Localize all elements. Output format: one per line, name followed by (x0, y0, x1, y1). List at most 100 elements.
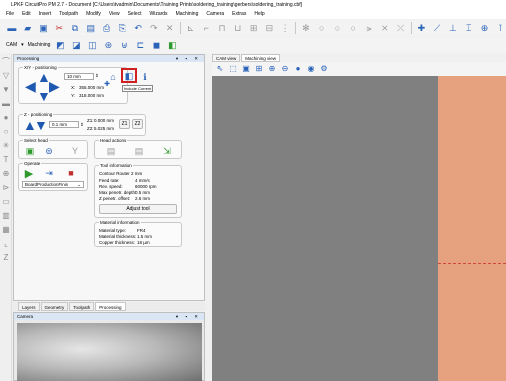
toolpath-wizard-icon[interactable]: ⊏ (134, 39, 146, 51)
delete-icon[interactable]: ✕ (164, 22, 176, 34)
path-icon[interactable]: ▼ (2, 86, 10, 94)
origin-icon[interactable]: ⊕ (2, 170, 10, 178)
polygon-icon[interactable]: ▽ (2, 72, 10, 80)
camera-view-icon[interactable]: ◉ (306, 64, 316, 74)
select-icon[interactable]: ⇖ (215, 64, 225, 74)
paste-icon[interactable]: ▤ (85, 22, 97, 34)
z-down-icon[interactable]: ▼ (34, 118, 48, 132)
include-current-icon[interactable]: ◧ (123, 70, 135, 82)
tab-machining-view[interactable]: Machining view (241, 54, 281, 62)
camera-head-icon[interactable]: ⊜ (43, 145, 55, 157)
menu-camera[interactable]: Camera (206, 10, 224, 19)
circle2-icon[interactable]: ○ (332, 22, 344, 34)
menu-extras[interactable]: Extras (232, 10, 246, 19)
new-document-icon[interactable]: ▬ (6, 22, 18, 34)
circle-icon[interactable]: ● (2, 114, 10, 122)
machining-canvas[interactable] (212, 76, 438, 381)
menu-view[interactable]: View (109, 10, 120, 19)
marker2-icon[interactable]: ⊔ (232, 22, 244, 34)
redo-icon[interactable]: ↷ (148, 22, 160, 34)
home-icon[interactable]: ⌂ (107, 71, 119, 83)
navigate-icon[interactable]: ● (293, 64, 303, 74)
grid-icon[interactable]: ⊞ (248, 22, 260, 34)
mirror-icon[interactable]: ⪫ (363, 22, 375, 34)
isolation-icon[interactable]: ◪ (70, 39, 82, 51)
menu-edit[interactable]: Edit (22, 10, 31, 19)
cam-wizard-icon[interactable]: ◩ (54, 39, 66, 51)
crosshair-icon[interactable]: ✚ (415, 22, 427, 34)
menu-modify[interactable]: Modify (86, 10, 101, 19)
menu-machining[interactable]: Machining (176, 10, 199, 19)
undo-icon[interactable]: ↶ (132, 22, 144, 34)
stop-icon[interactable]: ■ (65, 167, 77, 179)
circle3-icon[interactable]: ○ (347, 22, 359, 34)
dimension-icon[interactable]: ⌞ (2, 240, 10, 248)
tab-cam-view[interactable]: CAM view (212, 54, 241, 62)
select-window-icon[interactable]: ⬚ (228, 64, 238, 74)
print-preview-icon[interactable]: ⎘ (116, 22, 128, 34)
pattern-icon[interactable]: ⋮ (279, 22, 291, 34)
copy-icon[interactable]: ⧉ (69, 22, 81, 34)
rectangle-icon[interactable]: ▬ (2, 100, 10, 108)
menu-select[interactable]: Select (128, 10, 142, 19)
target-icon[interactable]: ⊛ (102, 39, 114, 51)
contour-icon[interactable]: ◫ (86, 39, 98, 51)
process-icon[interactable]: ◧ (166, 39, 178, 51)
pad-icon[interactable]: ▭ (2, 198, 10, 206)
zoom-out-icon[interactable]: ⊖ (280, 64, 290, 74)
info-icon[interactable]: ℹ (139, 71, 151, 83)
menu-wizards[interactable]: Wizards (150, 10, 168, 19)
tab-processing[interactable]: Processing (95, 302, 126, 311)
settings-icon[interactable]: ⚙ (319, 64, 329, 74)
dropdown-arrow-icon[interactable]: ▾ (21, 42, 24, 48)
transform-icon[interactable]: ⊳ (2, 184, 10, 192)
pointer-icon[interactable]: ⌒ (2, 58, 10, 66)
barcode-icon[interactable]: ▦ (2, 226, 10, 234)
head-action2-icon[interactable]: ▤ (133, 145, 145, 157)
menu-file[interactable]: File (6, 10, 14, 19)
operate-dropdown[interactable]: BoardProductionFinis ⌄ (22, 181, 84, 188)
align-icon[interactable]: ⊟ (263, 22, 275, 34)
zoom-icon[interactable]: ⊞ (254, 64, 264, 74)
head-action1-icon[interactable]: ▤ (105, 145, 117, 157)
step-icon[interactable]: ⇥ (43, 167, 55, 179)
measure-icon[interactable]: ⊾ (185, 22, 197, 34)
machine-icon[interactable]: ◼ (150, 39, 162, 51)
head-action3-icon[interactable]: ⇲ (161, 145, 173, 157)
move-down-icon[interactable]: ▼ (37, 89, 51, 103)
dimension-icon[interactable]: ⊥ (447, 22, 459, 34)
zoom-fit-icon[interactable]: ▣ (241, 64, 251, 74)
z-step-spinner[interactable]: ⇕ (80, 122, 84, 127)
fiducial-icon[interactable]: ✻ (300, 22, 312, 34)
z2-button[interactable]: Z2 (132, 119, 143, 129)
layer-icon[interactable]: ▥ (2, 212, 10, 220)
dispenser-head-icon[interactable]: Y (69, 145, 81, 157)
tab-geometry[interactable]: Geometry (40, 302, 69, 311)
camera-panel-controls[interactable]: ▾ ▪ ✕ (176, 313, 201, 320)
xy-step-spinner[interactable]: ⇕ (95, 73, 99, 78)
tool-magazine-icon[interactable]: ⊎ (118, 39, 130, 51)
board-material[interactable] (438, 76, 506, 381)
cut-icon[interactable]: ✂ (53, 22, 65, 34)
panel-controls[interactable]: ▾ ▪ ✕ (176, 55, 201, 62)
z-step-input[interactable]: 0.1 mm (49, 121, 79, 128)
adjust-tool-button[interactable]: Adjust tool (99, 204, 177, 214)
move-left-icon[interactable]: ◀ (25, 79, 36, 93)
scale-icon[interactable]: ⨯ (379, 22, 391, 34)
open-folder-icon[interactable]: ▰ (22, 22, 34, 34)
ring-icon[interactable]: ○ (2, 128, 10, 136)
zoom-in-icon[interactable]: ⊕ (267, 64, 277, 74)
circle-icon[interactable]: ○ (316, 22, 328, 34)
pad-icon[interactable]: ⊺ (494, 22, 506, 34)
rotate-icon[interactable]: ⤫ (395, 22, 407, 34)
star-icon[interactable]: ✳ (2, 142, 10, 150)
milling-head-icon[interactable]: ▣ (24, 145, 36, 157)
circle-tool-icon[interactable]: ⊕ (479, 22, 491, 34)
snap-icon[interactable]: ⌐ (200, 22, 212, 34)
xy-step-input[interactable]: 10 mm (64, 73, 94, 80)
z1-button[interactable]: Z1 (119, 119, 130, 129)
print-icon[interactable]: ⎙ (101, 22, 113, 34)
menu-toolpath[interactable]: Toolpath (59, 10, 78, 19)
line-icon[interactable]: ⟋ (431, 22, 443, 34)
text-icon[interactable]: T (2, 156, 10, 164)
